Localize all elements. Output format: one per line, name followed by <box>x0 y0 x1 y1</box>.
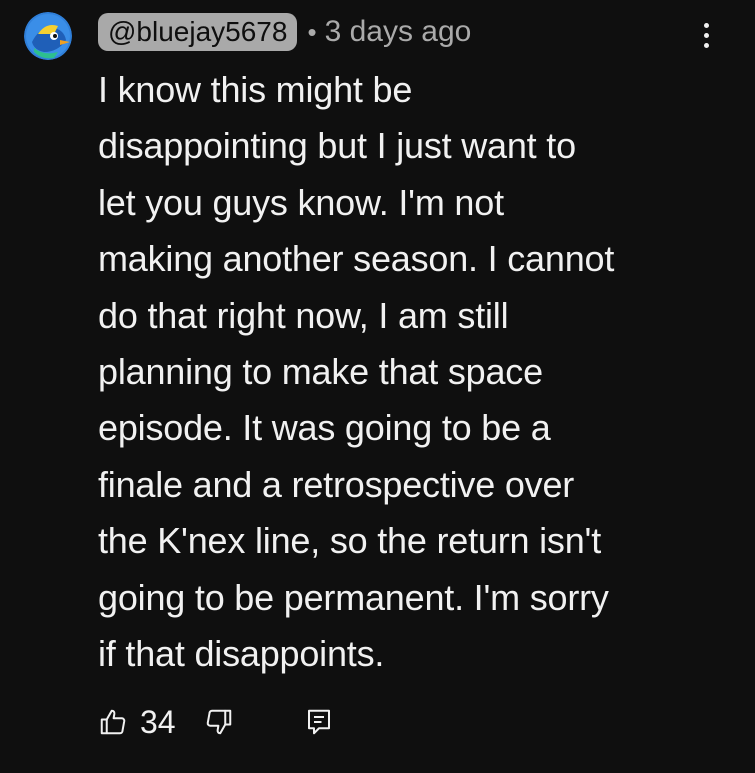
comment-thread-item: @bluejay5678 • 3 days ago I know this mi… <box>0 0 755 773</box>
like-button[interactable]: 34 <box>98 704 176 741</box>
more-vertical-icon-dot <box>703 22 709 28</box>
reply-button[interactable] <box>304 707 334 737</box>
more-vertical-icon-dot <box>703 42 709 48</box>
reply-comment-icon <box>307 709 330 735</box>
avatar[interactable] <box>24 12 72 60</box>
comment-text: I know this might be disappointing but I… <box>98 69 615 675</box>
dislike-button[interactable] <box>204 707 234 737</box>
author-handle[interactable]: @bluejay5678 <box>98 13 298 51</box>
separator-dot: • <box>307 16 317 47</box>
thumbs-down-icon <box>206 709 231 735</box>
comment-header: @bluejay5678 • 3 days ago <box>98 12 471 52</box>
thumbs-up-icon <box>100 709 126 735</box>
bluejay-avatar-icon <box>24 12 72 60</box>
like-count: 34 <box>140 703 176 740</box>
comment-timestamp[interactable]: 3 days ago <box>325 15 472 49</box>
more-options-button[interactable] <box>694 18 718 52</box>
more-vertical-icon-dot <box>703 32 709 38</box>
comment-actions: 34 <box>98 700 334 744</box>
